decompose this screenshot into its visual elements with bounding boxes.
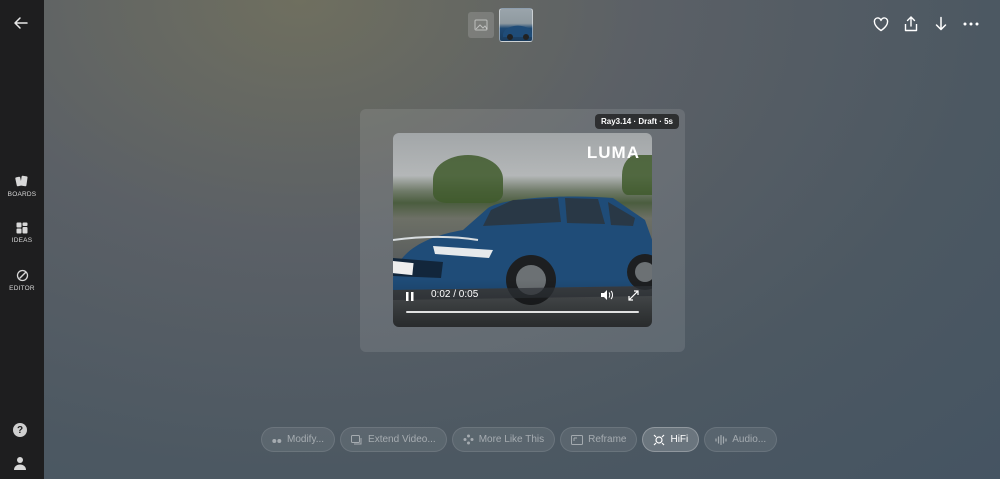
thumbnail-source[interactable] bbox=[468, 12, 494, 38]
more-icon bbox=[963, 22, 979, 26]
audio-icon bbox=[715, 434, 727, 445]
thumbnail-strip bbox=[468, 8, 533, 42]
sidebar: BOARDS IDEAS EDITOR ? bbox=[0, 0, 44, 479]
audio-button[interactable]: Audio... bbox=[704, 427, 778, 452]
luma-watermark: LUMA bbox=[586, 143, 640, 162]
volume-button[interactable] bbox=[600, 288, 614, 302]
quote-icon bbox=[272, 438, 282, 443]
time-display: 0:02 / 0:05 bbox=[431, 289, 479, 300]
modify-button[interactable]: Modify... bbox=[261, 427, 336, 452]
help-button[interactable]: ? bbox=[13, 423, 27, 437]
reframe-icon bbox=[571, 434, 584, 445]
chip-label: Audio... bbox=[732, 434, 767, 445]
arrow-left-icon bbox=[14, 17, 28, 29]
user-button[interactable] bbox=[12, 455, 28, 471]
car-thumbnail-image bbox=[503, 25, 532, 40]
heart-icon bbox=[873, 16, 889, 31]
thumbnail-video[interactable] bbox=[499, 8, 533, 42]
hifi-button[interactable]: HiFi bbox=[642, 427, 700, 452]
boards-icon bbox=[15, 175, 28, 187]
pause-button[interactable] bbox=[405, 289, 417, 301]
download-button[interactable] bbox=[932, 15, 950, 33]
back-button[interactable] bbox=[10, 12, 32, 34]
sidebar-item-boards[interactable]: BOARDS bbox=[0, 175, 44, 198]
chip-label: Reframe bbox=[588, 434, 627, 445]
video-player[interactable]: LUMA 0:02 / 0:05 bbox=[393, 133, 652, 327]
chip-label: Modify... bbox=[287, 434, 325, 445]
sidebar-item-ideas[interactable]: IDEAS bbox=[0, 222, 44, 244]
editor-icon bbox=[16, 269, 28, 282]
image-icon bbox=[474, 19, 488, 31]
sidebar-item-label: EDITOR bbox=[9, 285, 35, 292]
extend-icon bbox=[351, 434, 362, 444]
extend-video-button[interactable]: Extend Video... bbox=[340, 427, 447, 452]
ideas-icon bbox=[16, 222, 28, 234]
action-bar: Modify... Extend Video... More Like This… bbox=[261, 427, 778, 452]
user-icon bbox=[14, 457, 26, 470]
chip-label: More Like This bbox=[478, 434, 545, 445]
favorite-button[interactable] bbox=[872, 15, 890, 33]
video-controls: 0:02 / 0:05 bbox=[393, 279, 652, 327]
fullscreen-icon bbox=[628, 290, 639, 301]
chip-label: Extend Video... bbox=[368, 434, 436, 445]
sidebar-item-label: BOARDS bbox=[7, 191, 37, 198]
top-actions bbox=[872, 15, 980, 33]
share-icon bbox=[904, 16, 918, 32]
generation-card: Ray3.14 · Draft · 5s LUMA 0:02 / 0:05 bbox=[360, 109, 685, 352]
share-button[interactable] bbox=[902, 15, 920, 33]
pause-icon bbox=[406, 292, 414, 301]
download-icon bbox=[935, 16, 947, 31]
sparkle-icon bbox=[463, 434, 474, 445]
more-like-this-button[interactable]: More Like This bbox=[451, 427, 556, 452]
chip-label: HiFi bbox=[670, 434, 689, 445]
more-button[interactable] bbox=[962, 15, 980, 33]
reframe-button[interactable]: Reframe bbox=[560, 427, 638, 452]
progress-bar[interactable] bbox=[406, 311, 639, 313]
volume-icon bbox=[601, 290, 613, 300]
model-info-badge: Ray3.14 · Draft · 5s bbox=[594, 114, 679, 129]
sidebar-item-editor[interactable]: EDITOR bbox=[0, 269, 44, 292]
hifi-icon bbox=[654, 434, 665, 445]
fullscreen-button[interactable] bbox=[628, 288, 640, 301]
sidebar-item-label: IDEAS bbox=[11, 237, 33, 244]
